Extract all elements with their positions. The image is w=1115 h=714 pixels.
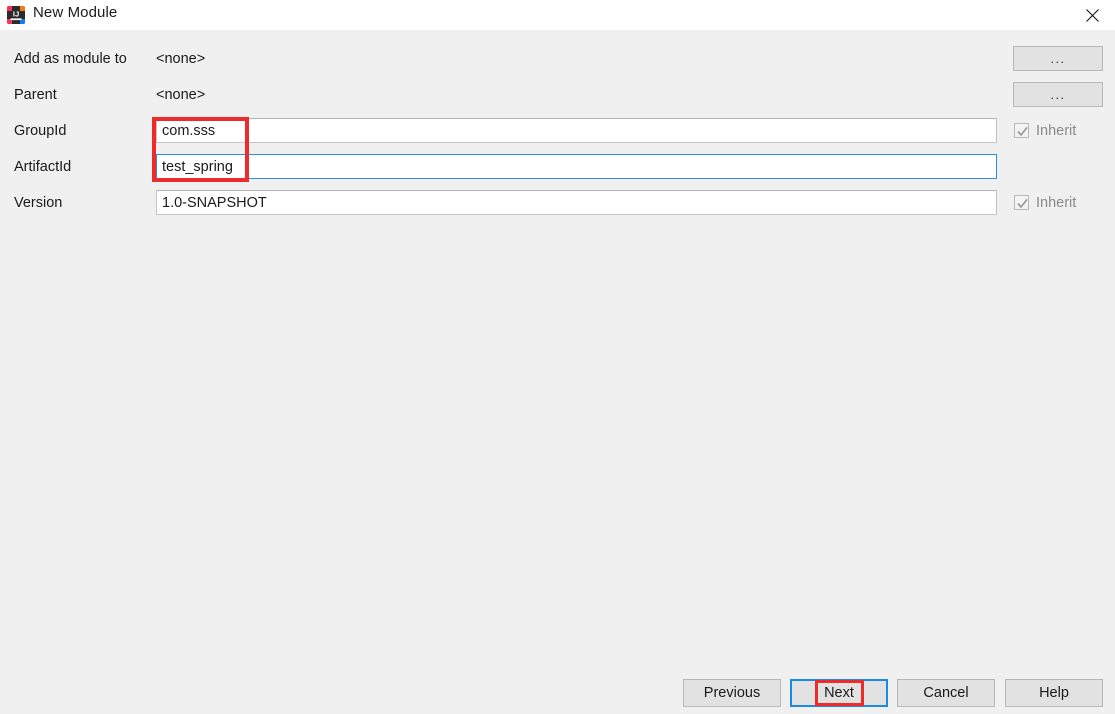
- row-add-as-module-to: Add as module to <none> ...: [0, 46, 1115, 72]
- row-artifactid: ArtifactId: [0, 154, 1115, 180]
- version-input[interactable]: [156, 190, 997, 215]
- inherit-checkbox-version[interactable]: Inherit: [1014, 190, 1076, 215]
- row-parent: Parent <none> ...: [0, 82, 1115, 108]
- next-button[interactable]: Next: [790, 679, 888, 707]
- artifactid-input[interactable]: [156, 154, 997, 179]
- cancel-button[interactable]: Cancel: [897, 679, 995, 707]
- label-parent: Parent: [14, 87, 57, 103]
- label-add-as-module-to: Add as module to: [14, 51, 127, 67]
- label-version: Version: [14, 195, 63, 211]
- row-version: Version Inherit: [0, 190, 1115, 216]
- browse-button-add-as-module-to[interactable]: ...: [1013, 46, 1103, 71]
- label-artifactid: ArtifactId: [14, 159, 72, 175]
- groupid-input[interactable]: [156, 118, 997, 143]
- label-groupid: GroupId: [14, 123, 67, 139]
- close-icon[interactable]: [1069, 0, 1115, 30]
- dialog-button-bar: Previous Next Cancel Help: [0, 670, 1115, 714]
- browse-button-parent[interactable]: ...: [1013, 82, 1103, 107]
- value-parent: <none>: [156, 87, 206, 103]
- module-settings-form: Add as module to <none> ... Parent <none…: [0, 30, 1115, 670]
- intellij-idea-icon: IJ: [7, 6, 25, 24]
- inherit-checkbox-groupid[interactable]: Inherit: [1014, 118, 1076, 143]
- value-add-as-module-to: <none>: [156, 51, 206, 67]
- checkbox-box-version: [1014, 195, 1029, 210]
- title-bar: IJ New Module: [0, 0, 1115, 30]
- previous-button[interactable]: Previous: [683, 679, 781, 707]
- checkbox-box-groupid: [1014, 123, 1029, 138]
- svg-text:IJ: IJ: [13, 9, 19, 18]
- help-button[interactable]: Help: [1005, 679, 1103, 707]
- inherit-label-groupid: Inherit: [1036, 122, 1077, 139]
- window-title: New Module: [33, 4, 118, 21]
- inherit-label-version: Inherit: [1036, 194, 1077, 211]
- row-groupid: GroupId Inherit: [0, 118, 1115, 144]
